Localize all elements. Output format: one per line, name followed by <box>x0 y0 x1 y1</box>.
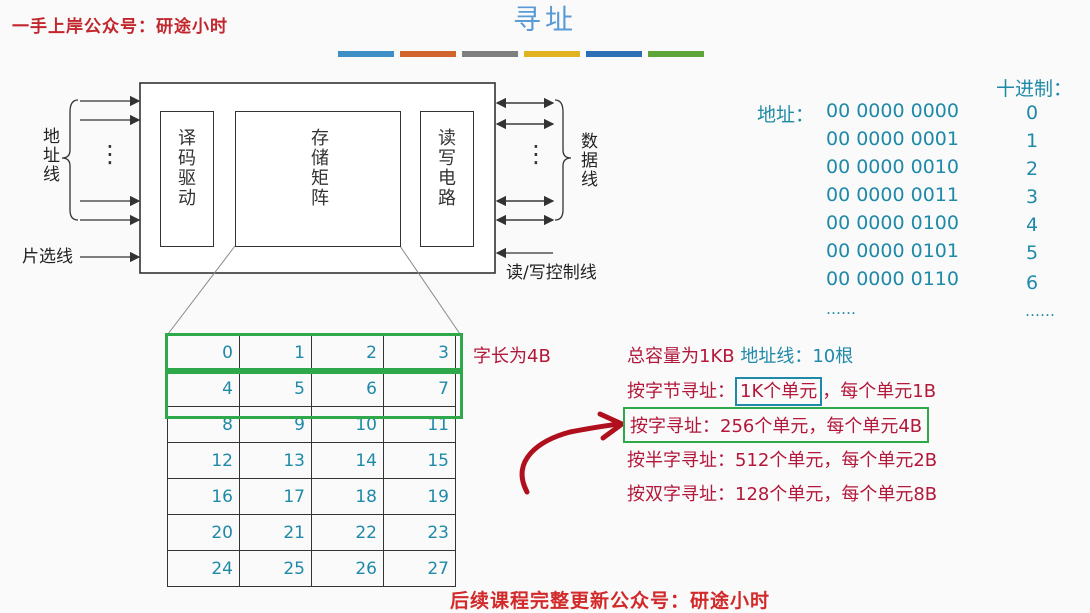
grid-cell: 12 <box>167 442 240 479</box>
decimal-value: 5 <box>1025 242 1039 264</box>
decimal-value: 4 <box>1025 214 1039 236</box>
grid-cell: 16 <box>167 478 240 515</box>
address-binary: 00 0000 0010 <box>826 156 959 178</box>
grid-cell: 17 <box>239 478 312 515</box>
grid-cell: 18 <box>311 478 384 515</box>
grid-cell: 15 <box>383 442 456 479</box>
decimal-ellipsis: …… <box>1025 302 1055 320</box>
decoder-label: 译码驱动 <box>175 128 196 208</box>
grid-cell: 21 <box>239 514 312 551</box>
grid-cell: 26 <box>311 550 384 587</box>
grid-cell: 23 <box>383 514 456 551</box>
grid-cell: 13 <box>239 442 312 479</box>
grid-row: 16 17 18 19 <box>167 478 456 515</box>
word-addressing-note: 按字寻址：256个单元，每个单元4B <box>623 407 930 443</box>
byte-addr-highlight: 1K个单元 <box>735 377 823 406</box>
word-highlight-box <box>165 371 463 419</box>
address-binary: 00 0000 0100 <box>826 212 959 234</box>
grid-cell: 25 <box>239 550 312 587</box>
byte-addr-prefix: 按字节寻址： <box>627 381 735 402</box>
grid-cell: 24 <box>167 550 240 587</box>
grid-cell: 22 <box>311 514 384 551</box>
address-binary: 00 0000 0000 <box>826 100 959 122</box>
capacity-text: 总容量为1KB <box>627 346 735 367</box>
address-binary: 00 0000 0101 <box>826 240 959 262</box>
decimal-value: 3 <box>1025 186 1039 208</box>
decimal-value: 0 <box>1025 102 1039 124</box>
grid-row: 20 21 22 23 <box>167 514 456 551</box>
address-binary: 00 0000 0110 <box>826 268 959 290</box>
address-dots: ⋮ <box>98 140 122 168</box>
decimal-value: 6 <box>1025 272 1039 294</box>
capacity-note: 总容量为1KB 地址线：10根 <box>627 342 853 368</box>
storage-matrix-label: 存储矩阵 <box>308 128 329 208</box>
address-ellipsis: …… <box>826 300 856 318</box>
grid-row: 12 13 14 15 <box>167 442 456 479</box>
chip-diagram-lines <box>61 82 625 495</box>
decimal-value: 2 <box>1025 158 1039 180</box>
word-length-label: 字长为4B <box>473 346 551 367</box>
chip-select-label: 片选线 <box>22 247 73 267</box>
halfword-addressing-note: 按半字寻址：512个单元，每个单元2B <box>627 450 938 471</box>
grid-cell: 19 <box>383 478 456 515</box>
grid-cell: 20 <box>167 514 240 551</box>
grid-row: 24 25 26 27 <box>167 550 456 587</box>
byte-addressing-note: 按字节寻址： 1K个单元 ，每个单元1B <box>627 377 937 406</box>
data-dots: ⋮ <box>524 140 548 168</box>
decimal-header: 十进制： <box>996 78 1073 100</box>
rw-circuit-label: 读写电路 <box>435 128 456 208</box>
data-lines-label: 数据线 <box>577 132 597 189</box>
rw-control-label: 读/写控制线 <box>506 263 597 283</box>
grid-cell: 27 <box>383 550 456 587</box>
address-binary: 00 0000 0011 <box>826 184 959 206</box>
address-binary: 00 0000 0001 <box>826 128 959 150</box>
byte-addr-suffix: ，每个单元1B <box>822 381 937 402</box>
doubleword-addressing-note: 按双字寻址：128个单元，每个单元8B <box>627 484 938 505</box>
footer-text: 后续课程完整更新公众号：研途小时 <box>450 590 771 612</box>
address-lines-note: 地址线：10根 <box>740 346 854 367</box>
grid-cell: 14 <box>311 442 384 479</box>
word-highlight-box <box>165 333 463 371</box>
address-lines-label: 地址线 <box>39 127 59 184</box>
decimal-value: 1 <box>1025 130 1039 152</box>
address-label: 地址： <box>757 104 815 126</box>
